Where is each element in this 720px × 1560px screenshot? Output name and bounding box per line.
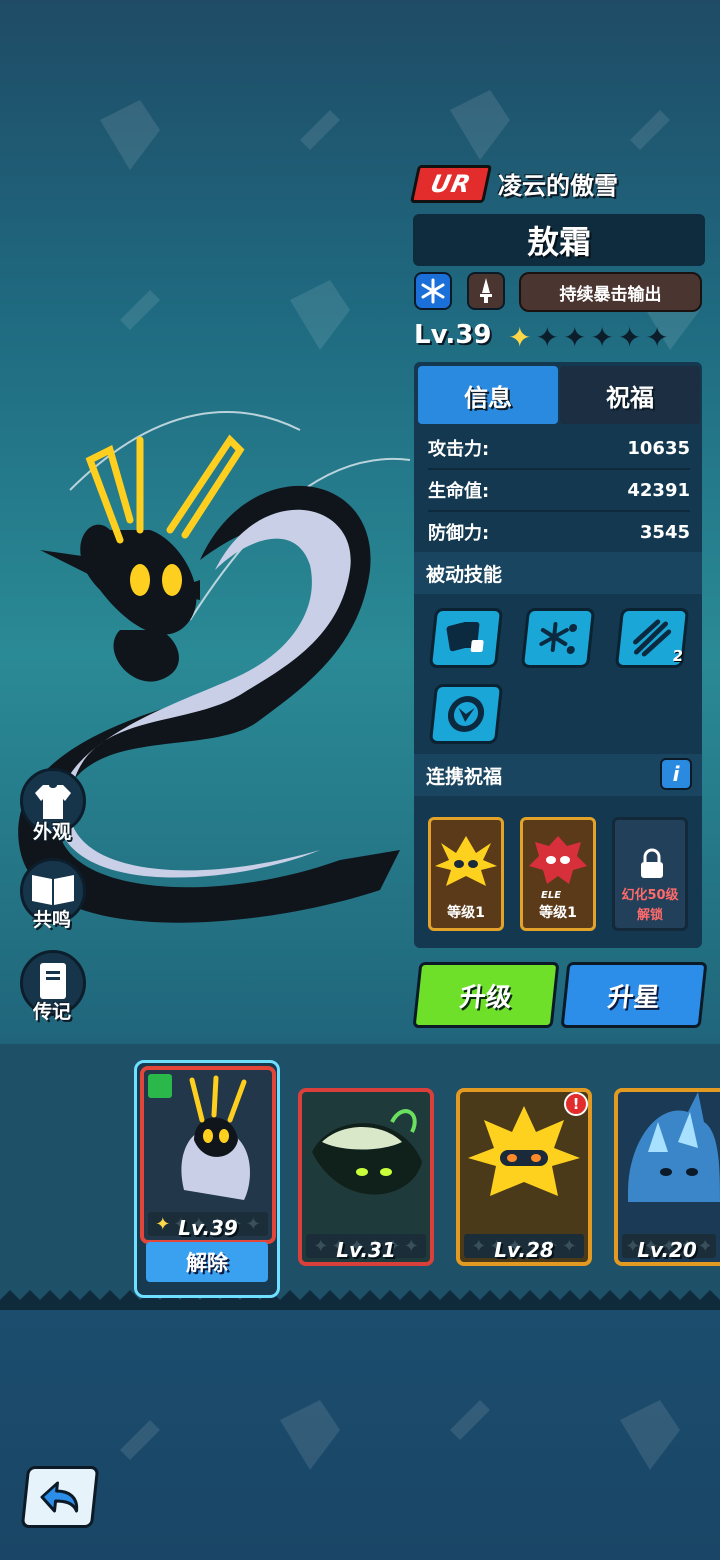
snowflake-icon[interactable]	[414, 272, 452, 310]
star-icon: ✦	[645, 321, 669, 354]
bless-level: 等级1	[447, 905, 485, 921]
red-creature-icon	[529, 836, 587, 884]
skill-slot[interactable]	[428, 608, 504, 668]
star-icon: ✦	[535, 321, 559, 354]
lightning-creature-icon	[435, 836, 497, 886]
tab-bless[interactable]: 祝福	[560, 366, 700, 424]
stat-row-defense: 防御力: 3545	[428, 512, 690, 552]
hero-name: 敖霜	[526, 223, 591, 261]
roster-bottom-edge	[0, 1290, 720, 1310]
side-label-appearance: 外观	[33, 821, 72, 843]
star-icon: ✦	[508, 321, 532, 354]
roster-card-level: Lv.20	[637, 1238, 697, 1262]
unlock-label: 解锁	[636, 908, 663, 923]
link-bless-title: 连携祝福	[426, 765, 503, 788]
dragon-portrait	[148, 1074, 250, 1200]
skill-slot[interactable]	[428, 684, 504, 744]
stat-label: 攻击力:	[428, 439, 490, 460]
remove-button[interactable]: 解除	[146, 1242, 268, 1282]
skill-count: 2	[671, 647, 685, 665]
star-up-button[interactable]: 升星	[560, 962, 708, 1028]
star-icon: ✦	[562, 321, 587, 354]
back-button[interactable]	[20, 1466, 100, 1528]
bless-slot-2[interactable]: ELE 等级1	[520, 817, 596, 931]
star-icon: ✦	[617, 321, 642, 354]
star-icon: ✦	[590, 321, 614, 354]
roster-card-level: Lv.39	[178, 1216, 238, 1240]
rarity-label: UR	[428, 170, 474, 198]
sword-icon[interactable]	[467, 272, 505, 310]
stat-value: 3545	[639, 521, 690, 543]
stat-label: 防御力:	[428, 523, 490, 544]
hero-subtitle: 凌云的傲雪	[498, 172, 618, 200]
hero-role-tag: 持续暴击输出	[519, 272, 702, 312]
hero-info-panel: 信息 祝福 攻击力: 10635 生命值: 42391 防御力: 3545 被动…	[414, 362, 702, 948]
stat-value: 42391	[627, 479, 690, 501]
bless-slot-locked[interactable]: 幻化50级 解锁	[612, 817, 688, 931]
upgrade-button[interactable]: 升级	[412, 962, 560, 1028]
lock-icon	[641, 848, 663, 878]
cards-dice-icon	[446, 622, 484, 652]
element-badge: ELE	[541, 890, 562, 901]
claw-slash-icon	[633, 619, 672, 657]
back-arrow-icon	[40, 1481, 79, 1513]
bless-slot-1[interactable]: 等级1	[428, 817, 504, 931]
side-label-biography: 传记	[33, 1001, 72, 1023]
roster-card-level: Lv.28	[494, 1238, 554, 1262]
stat-value: 10635	[627, 437, 690, 459]
journal-icon	[40, 963, 66, 999]
stat-row-attack: 攻击力: 10635	[428, 428, 690, 470]
info-icon[interactable]: i	[660, 758, 692, 790]
hero-star-rating: ✦ ✦ ✦ ✦ ✦ ✦	[508, 323, 669, 353]
unlock-requirement: 幻化50级	[621, 888, 679, 903]
snowflakes-icon	[539, 622, 578, 654]
shirt-icon	[35, 785, 71, 819]
side-label-resonance: 共鸣	[33, 909, 72, 931]
dragon-emblem-icon	[447, 696, 485, 732]
passive-skills-header: 被动技能	[414, 552, 702, 594]
link-bless-header: 连携祝福 i	[414, 754, 702, 796]
ice-beast-portrait	[628, 1092, 720, 1202]
roster-card-level: Lv.31	[336, 1238, 396, 1262]
alert-badge: !	[564, 1092, 588, 1116]
skill-slot[interactable]: 2	[614, 608, 690, 668]
hero-level: Lv.39	[414, 320, 492, 350]
rarity-badge: UR	[409, 165, 493, 203]
skill-slot[interactable]	[520, 608, 596, 668]
green-dragon-portrait	[312, 1109, 422, 1195]
stat-row-hp: 生命值: 42391	[428, 470, 690, 512]
hero-name-bar: 敖霜	[413, 214, 705, 266]
tab-info[interactable]: 信息	[418, 366, 558, 424]
bless-level: 等级1	[539, 905, 577, 921]
book-icon	[32, 875, 74, 905]
stat-label: 生命值:	[428, 481, 490, 502]
